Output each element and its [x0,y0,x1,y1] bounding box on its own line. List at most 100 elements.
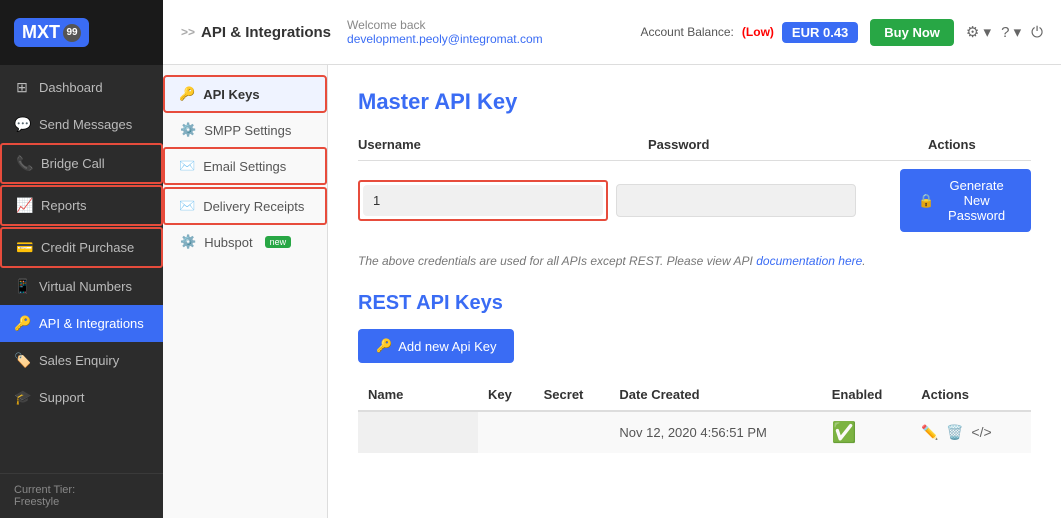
sidebar-item-virtual-numbers[interactable]: 📱 Virtual Numbers [0,268,163,305]
tier-value: Freestyle [14,496,59,508]
master-api-title: Master API Key [358,89,1031,115]
breadcrumb: >> API & Integrations [181,24,331,41]
delivery-receipts-icon: ✉️ [179,198,195,214]
support-icon: 🎓 [14,389,30,406]
sidebar-item-dashboard[interactable]: ⊞ Dashboard [0,69,163,106]
sub-sidebar-smpp-settings[interactable]: ⚙️ SMPP Settings [163,113,327,147]
bridge-call-icon: 📞 [16,155,32,172]
password-input[interactable] [616,184,856,217]
documentation-link[interactable]: documentation here [756,254,862,268]
sub-sidebar-label-smpp: SMPP Settings [204,123,291,138]
right-panel: >> API & Integrations Welcome back devel… [163,0,1061,518]
sidebar-label-api-integrations: API & Integrations [39,316,144,331]
sub-sidebar-delivery-receipts[interactable]: ✉️ Delivery Receipts [163,187,327,225]
col-username-header: Username [358,137,648,152]
col-name: Name [358,379,478,411]
api-keys-icon: 🔑 [179,86,195,102]
rest-table-header-row: Name Key Secret Date Created Enabled Act… [358,379,1031,411]
logo: MXT 99 [0,0,163,65]
sub-sidebar-hubspot[interactable]: ⚙️ Hubspot new [163,225,327,259]
header-icons: ⚙ ▾ ? ▾ ⏻ [966,23,1043,41]
sub-sidebar-label-email: Email Settings [203,159,286,174]
master-api-section: Master API Key Username Password Actions [358,89,1031,268]
sidebar-label-sales-enquiry: Sales Enquiry [39,353,119,368]
logo-text: MXT [22,22,60,43]
add-key-icon: 🔑 [376,338,392,354]
buy-now-button[interactable]: Buy Now [870,19,954,46]
sidebar-item-credit-purchase[interactable]: 💳 Credit Purchase [0,227,163,268]
balance-label: Account Balance: [641,25,734,39]
tier-label: Current Tier: [14,484,75,496]
code-icon[interactable]: </> [971,424,991,440]
sub-sidebar: 🔑 API Keys ⚙️ SMPP Settings ✉️ Email Set… [163,65,328,518]
sub-sidebar-label-delivery: Delivery Receipts [203,199,304,214]
username-input-container [358,180,608,221]
logo-badge: 99 [63,24,81,42]
hubspot-new-badge: new [265,236,292,248]
sidebar-label-bridge-call: Bridge Call [41,156,105,171]
col-key: Key [478,379,534,411]
sidebar-label-dashboard: Dashboard [39,80,103,95]
username-input[interactable] [363,185,603,216]
header-right: Account Balance: (Low) EUR 0.43 Buy Now … [641,19,1044,46]
sidebar-item-bridge-call[interactable]: 📞 Bridge Call [0,143,163,184]
generate-password-label: Generate New Password [940,178,1013,223]
sidebar-item-support[interactable]: 🎓 Support [0,379,163,416]
lock-icon: 🔒 [918,193,934,209]
add-api-key-button[interactable]: 🔑 Add new Api Key [358,329,514,363]
add-api-key-label: Add new Api Key [398,339,496,354]
sidebar-nav: ⊞ Dashboard 💬 Send Messages 📞 Bridge Cal… [0,65,163,473]
col-password-header: Password [648,137,928,152]
sales-enquiry-icon: 🏷️ [14,352,30,369]
account-balance: Account Balance: (Low) EUR 0.43 [641,22,859,43]
rest-api-section: REST API Keys 🔑 Add new Api Key Name Key… [358,292,1031,453]
col-secret: Secret [534,379,610,411]
sub-sidebar-label-hubspot: Hubspot [204,235,252,250]
password-container [616,184,876,217]
sidebar-footer: Current Tier: Freestyle [0,473,163,518]
edit-icon[interactable]: ✏️ [921,424,938,440]
row-key [478,411,534,453]
balance-currency: EUR [792,25,819,40]
sidebar-label-credit-purchase: Credit Purchase [41,240,134,255]
col-actions: Actions [911,379,1031,411]
dashboard-icon: ⊞ [14,79,30,96]
hubspot-icon: ⚙️ [180,234,196,250]
sidebar-label-support: Support [39,390,85,405]
note-end: . [862,254,865,268]
sidebar-item-api-integrations[interactable]: 🔑 API & Integrations [0,305,163,342]
settings-icon[interactable]: ⚙ ▾ [966,23,991,41]
send-messages-icon: 💬 [14,116,30,133]
sidebar-item-reports[interactable]: 📈 Reports [0,185,163,226]
sub-sidebar-email-settings[interactable]: ✉️ Email Settings [163,147,327,185]
sidebar-item-send-messages[interactable]: 💬 Send Messages [0,106,163,143]
enabled-checkmark-icon: ✅ [832,422,857,444]
sidebar-label-virtual-numbers: Virtual Numbers [39,279,132,294]
master-api-row: 🔒 Generate New Password [358,161,1031,240]
header-welcome: Welcome back development.peoly@integroma… [347,18,624,46]
header: >> API & Integrations Welcome back devel… [163,0,1061,65]
rest-api-title: REST API Keys [358,292,1031,315]
row-secret [534,411,610,453]
balance-status: (Low) [742,25,774,39]
virtual-numbers-icon: 📱 [14,278,30,295]
welcome-text: Welcome back [347,18,624,32]
table-row: Nov 12, 2020 4:56:51 PM ✅ ✏️ 🗑️ </> [358,411,1031,453]
breadcrumb-arrow: >> [181,25,195,39]
delete-icon[interactable]: 🗑️ [946,424,963,440]
sidebar-label-reports: Reports [41,198,87,213]
power-icon[interactable]: ⏻ [1031,24,1043,41]
col-enabled: Enabled [822,379,912,411]
balance-amount: EUR 0.43 [782,22,858,43]
row-enabled: ✅ [822,411,912,453]
credentials-note: The above credentials are used for all A… [358,254,1031,268]
row-actions: ✏️ 🗑️ </> [911,411,1031,453]
email-settings-icon: ✉️ [179,158,195,174]
sub-sidebar-label-api-keys: API Keys [203,87,259,102]
rest-api-table: Name Key Secret Date Created Enabled Act… [358,379,1031,453]
row-date: Nov 12, 2020 4:56:51 PM [609,411,821,453]
help-icon[interactable]: ? ▾ [1001,23,1021,41]
generate-password-button[interactable]: 🔒 Generate New Password [900,169,1031,232]
sub-sidebar-api-keys[interactable]: 🔑 API Keys [163,75,327,113]
sidebar-item-sales-enquiry[interactable]: 🏷️ Sales Enquiry [0,342,163,379]
